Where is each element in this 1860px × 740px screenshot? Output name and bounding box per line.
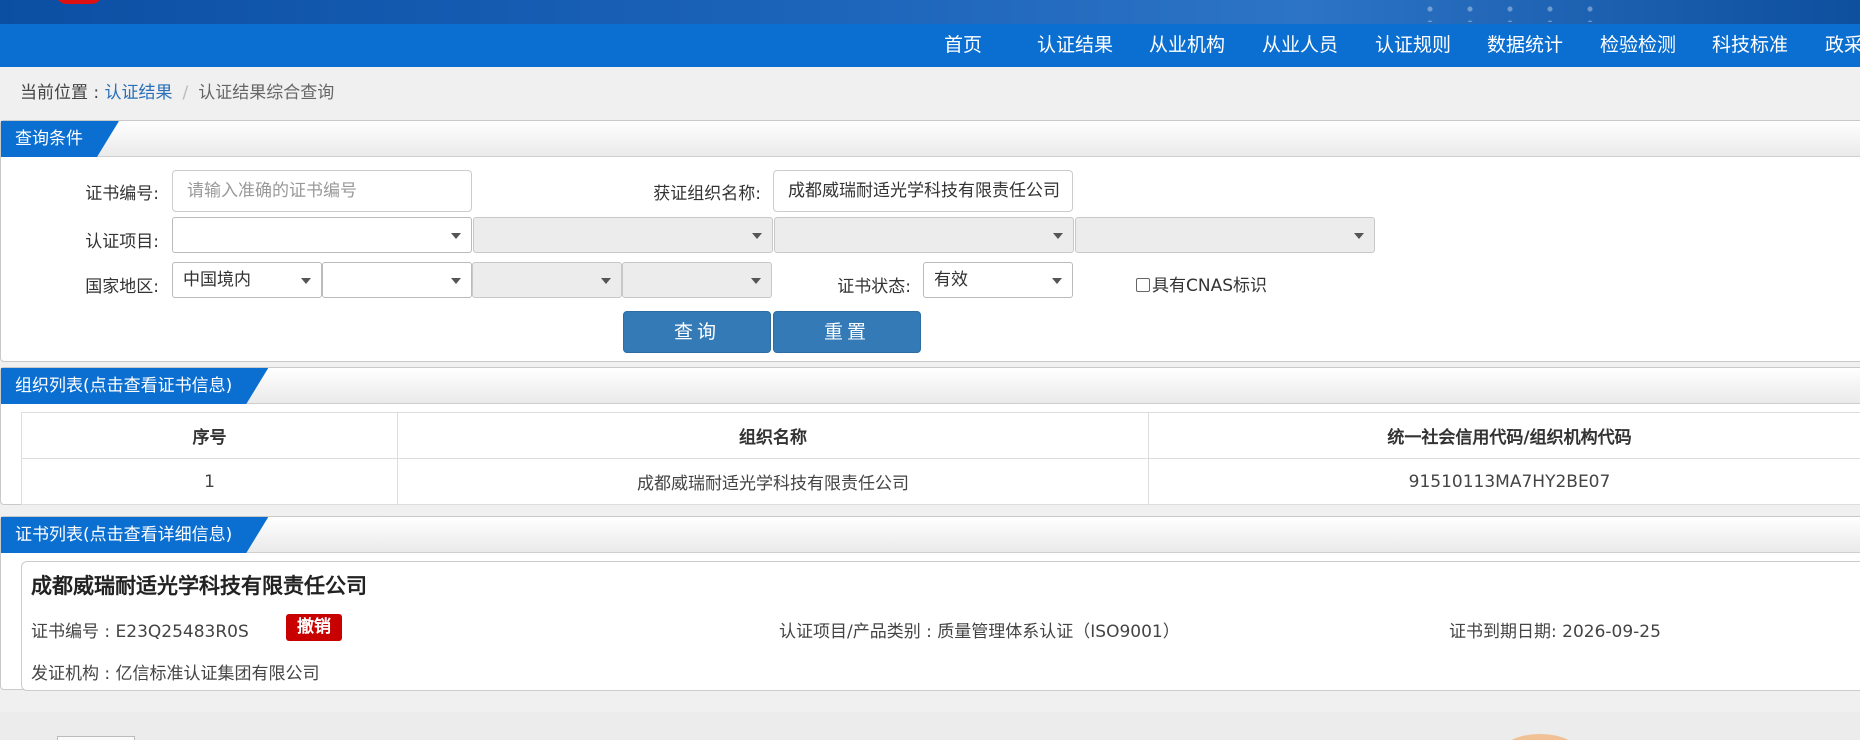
chevron-down-icon — [1052, 278, 1062, 284]
nav-item-statistics[interactable]: 数据统计 — [1487, 24, 1563, 67]
cnas-checkbox[interactable]: 具有CNAS标识 — [1136, 271, 1267, 296]
cert-project-label: 认证项目: — [85, 232, 159, 252]
breadcrumb-current: 认证结果综合查询 — [198, 83, 335, 103]
footer-element — [57, 736, 135, 740]
footer-decoration — [1500, 734, 1580, 740]
chevron-down-icon — [1354, 233, 1364, 239]
org-list-panel: 组织列表(点击查看证书信息) 序号 组织名称 统一社会信用代码/组织机构代码 1… — [0, 367, 1860, 505]
region-select-4[interactable] — [622, 262, 772, 298]
cert-project-select-1[interactable] — [172, 217, 472, 253]
chevron-down-icon — [451, 233, 461, 239]
query-panel-title: 查询条件 — [1, 121, 119, 157]
chevron-down-icon — [751, 278, 761, 284]
cert-list-panel-title: 证书列表(点击查看详细信息) — [1, 517, 268, 553]
cert-card-issuer: 发证机构 : 亿信标准认证集团有限公司 — [31, 664, 320, 684]
region-select-3[interactable] — [472, 262, 622, 298]
col-header-org-name: 组织名称 — [397, 412, 1149, 459]
cert-project-select-2[interactable] — [473, 217, 773, 253]
cnas-checkbox-label: 具有CNAS标识 — [1152, 276, 1268, 296]
cert-project-select-4[interactable] — [1075, 217, 1375, 253]
nav-item-inspection[interactable]: 检验检测 — [1600, 24, 1676, 67]
nav-item-standards[interactable]: 科技标准 — [1712, 24, 1788, 67]
cert-card[interactable]: 成都威瑞耐适光学科技有限责任公司 证书编号 : E23Q25483R0S 撤销 … — [21, 561, 1860, 691]
query-panel: 查询条件 证书编号: 请输入准确的证书编号 获证组织名称: 成都威瑞耐适光学科技… — [0, 120, 1860, 362]
cert-status-label: 证书状态: — [837, 277, 911, 297]
region-select-1[interactable]: 中国境内 — [172, 262, 322, 298]
nav-item-procurement[interactable]: 政采 — [1825, 24, 1860, 67]
chevron-down-icon — [451, 278, 461, 284]
search-button[interactable]: 查询 — [623, 311, 771, 353]
region-select-value: 中国境内 — [183, 270, 251, 290]
col-header-index: 序号 — [21, 412, 398, 459]
cell-org-name[interactable]: 成都威瑞耐适光学科技有限责任公司 — [397, 458, 1149, 505]
region-select-2[interactable] — [322, 262, 472, 298]
cert-card-expiry: 证书到期日期: 2026-09-25 — [1449, 622, 1661, 642]
site-logo — [55, 0, 103, 4]
org-list-panel-title: 组织列表(点击查看证书信息) — [1, 368, 268, 404]
cert-list-panel-header: 证书列表(点击查看详细信息) — [1, 517, 1860, 553]
checkbox-icon[interactable] — [1136, 278, 1150, 292]
breadcrumb-link-cert-results[interactable]: 认证结果 — [105, 83, 173, 103]
org-list-panel-header: 组织列表(点击查看证书信息) — [1, 368, 1860, 404]
cert-card-cert-no: 证书编号 : E23Q25483R0S — [31, 622, 249, 642]
col-header-credit-code: 统一社会信用代码/组织机构代码 — [1148, 412, 1860, 459]
status-badge: 撤销 — [286, 614, 342, 641]
nav-item-home[interactable]: 首页 — [944, 24, 982, 67]
table-header-row: 序号 组织名称 统一社会信用代码/组织机构代码 — [21, 412, 1860, 459]
reset-button[interactable]: 重置 — [773, 311, 921, 353]
cert-project-select-3[interactable] — [774, 217, 1074, 253]
breadcrumb-separator: / — [182, 83, 189, 103]
nav-item-institutions[interactable]: 从业机构 — [1149, 24, 1225, 67]
org-name-input[interactable]: 成都威瑞耐适光学科技有限责任公司 — [773, 170, 1073, 212]
chevron-down-icon — [301, 278, 311, 284]
nav-item-rules[interactable]: 认证规则 — [1375, 24, 1451, 67]
cert-status-value: 有效 — [934, 270, 968, 290]
chevron-down-icon — [1053, 233, 1063, 239]
org-table: 序号 组织名称 统一社会信用代码/组织机构代码 1 成都威瑞耐适光学科技有限责任… — [21, 412, 1860, 505]
region-label: 国家地区: — [85, 277, 159, 297]
cert-no-label: 证书编号: — [85, 184, 159, 204]
breadcrumb-prefix: 当前位置 : — [20, 83, 105, 103]
org-name-label: 获证组织名称: — [653, 184, 761, 204]
header-banner — [0, 0, 1860, 24]
cell-credit-code: 91510113MA7HY2BE07 — [1148, 458, 1860, 505]
chevron-down-icon — [601, 278, 611, 284]
cert-no-input[interactable]: 请输入准确的证书编号 — [172, 170, 472, 212]
cert-list-panel: 证书列表(点击查看详细信息) 成都威瑞耐适光学科技有限责任公司 证书编号 : E… — [0, 516, 1860, 691]
footer — [0, 712, 1860, 740]
banner-decoration — [1410, 2, 1610, 22]
query-panel-header: 查询条件 — [1, 121, 1860, 157]
table-row[interactable]: 1 成都威瑞耐适光学科技有限责任公司 91510113MA7HY2BE07 — [21, 458, 1860, 505]
main-nav: 首页 认证结果 从业机构 从业人员 认证规则 数据统计 检验检测 科技标准 政采 — [0, 24, 1860, 67]
cert-card-project: 认证项目/产品类别 : 质量管理体系认证（ISO9001） — [779, 622, 1180, 642]
breadcrumb: 当前位置 : 认证结果 / 认证结果综合查询 — [20, 78, 334, 103]
cert-card-org-name[interactable]: 成都威瑞耐适光学科技有限责任公司 — [31, 570, 367, 600]
cert-status-select[interactable]: 有效 — [923, 262, 1073, 298]
nav-item-cert-results[interactable]: 认证结果 — [1037, 24, 1113, 67]
chevron-down-icon — [752, 233, 762, 239]
cell-index: 1 — [21, 458, 398, 505]
nav-item-personnel[interactable]: 从业人员 — [1262, 24, 1338, 67]
